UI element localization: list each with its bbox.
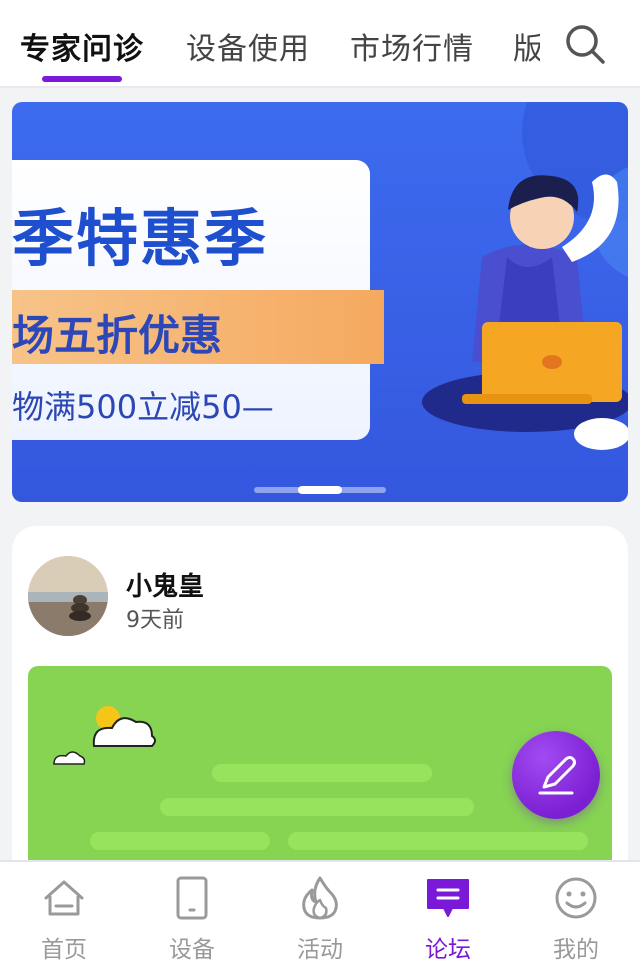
post-timestamp: 9天前	[126, 608, 184, 633]
smile-icon	[555, 877, 597, 919]
nav-activity[interactable]: 活动	[256, 862, 384, 960]
active-tab-indicator	[42, 76, 122, 82]
nav-profile[interactable]: 我的	[512, 862, 640, 960]
banner-title: 季特惠季	[12, 202, 269, 275]
post-author-name[interactable]: 小鬼皇	[126, 566, 204, 603]
banner-subtitle: 场五折优惠	[12, 311, 223, 360]
tab-expert-consultation[interactable]: 专家问诊	[20, 24, 144, 68]
nav-home[interactable]: 首页	[0, 862, 128, 960]
nav-home-label: 首页	[41, 937, 87, 960]
tablet-icon	[176, 876, 208, 920]
nav-equipment-label: 设备	[169, 937, 215, 960]
nav-activity-label: 活动	[297, 937, 343, 960]
search-icon[interactable]	[563, 22, 607, 66]
compose-post-button[interactable]	[512, 731, 600, 819]
nav-forum-label: 论坛	[425, 937, 471, 960]
nav-equipment[interactable]: 设备	[128, 862, 256, 960]
tab-market-quotes[interactable]: 市场行情	[350, 24, 474, 68]
bottom-navigation: 首页 设备 活动 论坛 我的	[0, 860, 640, 960]
nav-forum[interactable]: 论坛	[384, 862, 512, 960]
carousel-indicator	[254, 486, 386, 494]
banner-offer-line: 物满500立减50—	[12, 388, 274, 426]
top-tab-bar: 专家问诊 设备使用 市场行情 版	[0, 0, 640, 88]
person-with-laptop-illustration	[422, 174, 628, 450]
flame-icon	[302, 876, 338, 920]
promo-banner[interactable]: 季特惠季 场五折优惠 物满500立减50—	[12, 102, 628, 502]
edit-pen-icon	[538, 756, 576, 795]
nav-profile-label: 我的	[553, 937, 599, 960]
category-tabs: 专家问诊 设备使用 市场行情 版	[0, 0, 540, 88]
tab-truncated[interactable]: 版	[513, 24, 540, 68]
avatar[interactable]	[28, 556, 108, 636]
chat-icon	[427, 879, 469, 917]
carousel-active-dot	[298, 486, 342, 494]
home-icon	[44, 880, 84, 916]
tab-equipment-usage[interactable]: 设备使用	[186, 24, 310, 68]
